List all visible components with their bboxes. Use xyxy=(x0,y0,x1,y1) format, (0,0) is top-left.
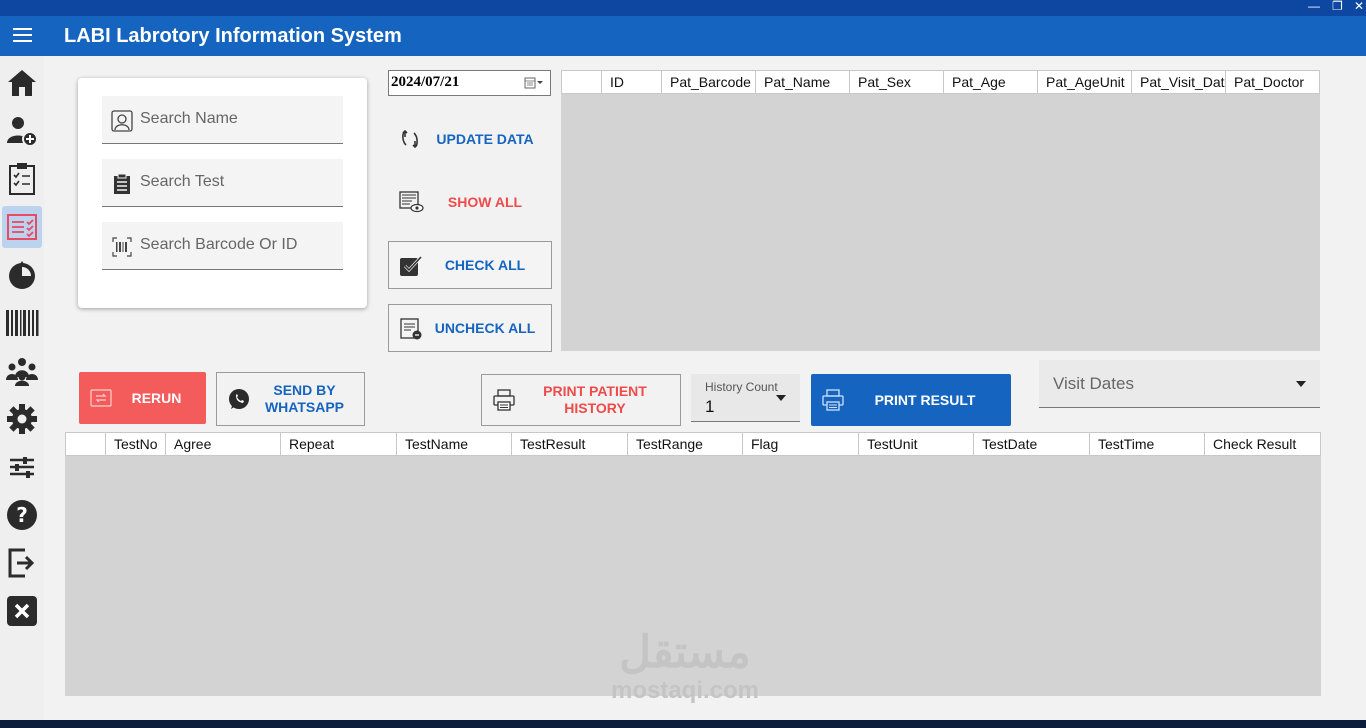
checkbox-checked-icon xyxy=(399,254,423,278)
tests-grid-header: TestNo Agree Repeat TestName TestResult … xyxy=(65,432,1321,456)
column-header-pat-visit-date[interactable]: Pat_Visit_Date xyxy=(1132,71,1226,93)
sync-icon xyxy=(398,127,422,151)
send-whatsapp-label: SEND BY WHATSAPP xyxy=(264,382,345,415)
rerun-icon xyxy=(89,386,113,410)
pie-icon[interactable] xyxy=(2,254,42,296)
minimize-icon[interactable]: — xyxy=(1308,0,1320,12)
column-header-id[interactable]: ID xyxy=(602,71,662,93)
visit-dates-placeholder: Visit Dates xyxy=(1053,374,1134,393)
restore-icon[interactable]: ❐ xyxy=(1332,0,1343,12)
date-value: 2024/07/21 xyxy=(391,74,460,90)
send-whatsapp-button[interactable]: SEND BY WHATSAPP xyxy=(216,372,365,426)
show-all-button[interactable]: SHOW ALL xyxy=(388,178,552,226)
rerun-button[interactable]: RERUN xyxy=(79,372,206,424)
column-header-testname[interactable]: TestName xyxy=(397,433,512,455)
taskbar-strip xyxy=(0,720,1366,728)
clipboard-icon xyxy=(111,173,133,195)
uncheck-all-label: UNCHECK ALL xyxy=(434,320,536,336)
home-icon[interactable] xyxy=(2,62,42,104)
add-patient-icon[interactable] xyxy=(2,110,42,152)
print-patient-history-button[interactable]: PRINT PATIENT HISTORY xyxy=(481,374,681,426)
check-all-button[interactable]: CHECK ALL xyxy=(388,241,552,289)
person-icon xyxy=(111,110,133,132)
search-test-field[interactable] xyxy=(102,159,343,207)
document-uncheck-icon xyxy=(399,317,423,341)
history-count-select[interactable]: History Count 1 xyxy=(691,374,800,422)
column-header-pat-ageunit[interactable]: Pat_AgeUnit xyxy=(1038,71,1132,93)
column-header-pat-sex[interactable]: Pat_Sex xyxy=(850,71,944,93)
search-name-input[interactable] xyxy=(140,104,336,134)
printer-icon xyxy=(821,388,845,412)
search-card xyxy=(78,78,367,308)
watermark-latin: mostaqi.com xyxy=(610,677,760,704)
logout-icon[interactable] xyxy=(2,542,42,584)
printer-icon xyxy=(492,388,516,412)
window-top-strip: — ❐ ✕ xyxy=(0,0,1366,16)
update-data-button[interactable]: UPDATE DATA xyxy=(388,115,552,163)
results-list-icon[interactable] xyxy=(2,206,42,248)
svg-text:?: ? xyxy=(16,503,28,527)
show-all-label: SHOW ALL xyxy=(447,194,523,210)
print-result-label: PRINT RESULT xyxy=(874,391,976,408)
sidebar: ? xyxy=(0,56,44,720)
search-test-input[interactable] xyxy=(140,167,336,197)
visit-dates-select[interactable]: Visit Dates xyxy=(1039,360,1320,408)
calendar-dropdown-icon[interactable] xyxy=(524,76,544,95)
patients-grid[interactable]: ID Pat_Barcode Pat_Name Pat_Sex Pat_Age … xyxy=(561,70,1320,351)
column-header-pat-barcode[interactable]: Pat_Barcode xyxy=(662,71,756,93)
print-result-button[interactable]: PRINT RESULT xyxy=(811,374,1011,426)
search-barcode-input[interactable] xyxy=(140,230,336,260)
whatsapp-icon xyxy=(227,387,251,411)
uncheck-all-button[interactable]: UNCHECK ALL xyxy=(388,304,552,352)
chevron-down-icon[interactable] xyxy=(1296,381,1306,387)
column-header-flag[interactable]: Flag xyxy=(743,433,859,455)
watermark-arabic: مستقل xyxy=(619,628,751,677)
patients-grid-header: ID Pat_Barcode Pat_Name Pat_Sex Pat_Age … xyxy=(561,70,1320,94)
chevron-down-icon[interactable] xyxy=(776,395,786,401)
select-column-header[interactable] xyxy=(66,433,106,455)
date-picker[interactable]: 2024/07/21 xyxy=(388,70,551,96)
column-header-testrange[interactable]: TestRange xyxy=(628,433,743,455)
search-name-field[interactable] xyxy=(102,96,343,144)
barcode-icon[interactable] xyxy=(2,302,42,344)
column-header-testdate[interactable]: TestDate xyxy=(974,433,1090,455)
app-title: LABI Labrotory Information System xyxy=(64,25,402,47)
column-header-testtime[interactable]: TestTime xyxy=(1090,433,1205,455)
barcode-icon xyxy=(111,236,133,258)
sliders-icon[interactable] xyxy=(2,446,42,488)
column-header-testno[interactable]: TestNo xyxy=(106,433,166,455)
column-header-pat-doctor[interactable]: Pat_Doctor xyxy=(1226,71,1319,93)
search-barcode-field[interactable] xyxy=(102,222,343,270)
column-header-pat-name[interactable]: Pat_Name xyxy=(756,71,850,93)
column-header-pat-age[interactable]: Pat_Age xyxy=(944,71,1038,93)
help-icon[interactable]: ? xyxy=(2,494,42,536)
close-icon[interactable]: ✕ xyxy=(1354,0,1364,12)
print-patient-history-label: PRINT PATIENT HISTORY xyxy=(543,383,647,416)
users-group-icon[interactable] xyxy=(2,350,42,392)
check-all-label: CHECK ALL xyxy=(444,257,526,273)
column-header-repeat[interactable]: Repeat xyxy=(281,433,397,455)
list-view-icon xyxy=(398,190,424,214)
column-header-agree[interactable]: Agree xyxy=(166,433,281,455)
gear-icon[interactable] xyxy=(2,398,42,440)
hamburger-menu-icon[interactable] xyxy=(13,28,32,43)
history-count-value: 1 xyxy=(705,397,715,416)
column-header-testresult[interactable]: TestResult xyxy=(512,433,628,455)
column-header-check-result[interactable]: Check Result xyxy=(1205,433,1320,455)
close-app-icon[interactable] xyxy=(2,590,42,632)
watermark: مستقل mostaqi.com xyxy=(600,628,770,712)
update-data-label: UPDATE DATA xyxy=(436,131,534,147)
history-count-label: History Count xyxy=(705,380,778,394)
checklist-icon[interactable] xyxy=(2,158,42,200)
column-header-testunit[interactable]: TestUnit xyxy=(859,433,974,455)
rerun-label: RERUN xyxy=(131,389,182,406)
app-title-bar: LABI Labrotory Information System xyxy=(0,16,1366,56)
select-column-header[interactable] xyxy=(562,71,602,93)
